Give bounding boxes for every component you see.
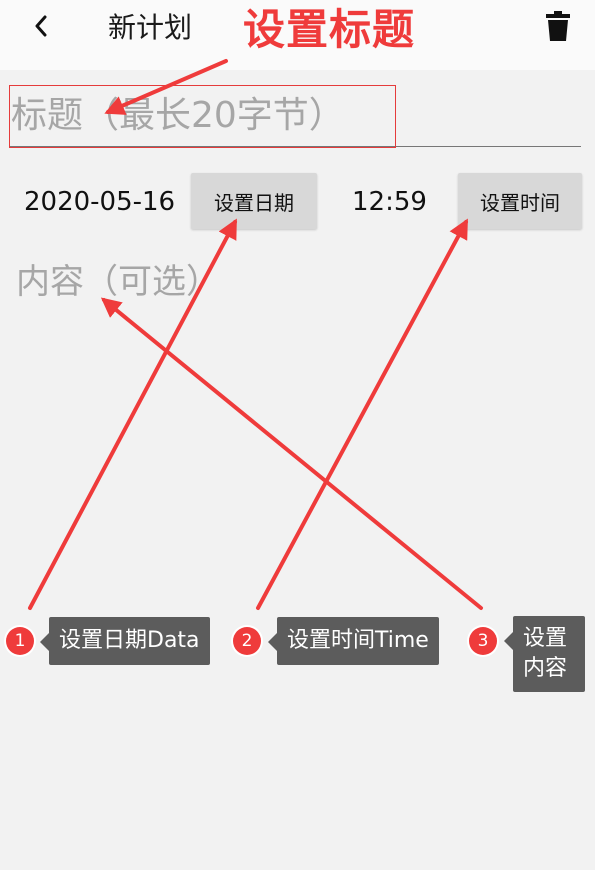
top-app-bar: 新计划 设置标题	[0, 0, 595, 70]
time-value: 12:59	[352, 187, 427, 217]
title-input[interactable]	[9, 85, 581, 147]
content-input[interactable]	[12, 252, 576, 312]
delete-button[interactable]	[543, 9, 573, 43]
step-badge: 1	[6, 627, 34, 655]
back-button[interactable]	[26, 8, 56, 44]
step-label: 设置日期Data	[40, 617, 210, 665]
annotation-set-title: 设置标题	[243, 5, 416, 54]
step-label: 设置内容	[504, 616, 585, 692]
arrow-to-content	[100, 297, 483, 610]
step-label: 设置时间Time	[268, 617, 439, 665]
step-badge: 3	[469, 627, 497, 655]
set-date-button[interactable]: 设置日期	[191, 173, 317, 229]
trash-icon	[546, 11, 570, 41]
set-time-button[interactable]: 设置时间	[458, 173, 582, 229]
chevron-left-icon	[35, 15, 47, 37]
step-badge: 2	[233, 627, 261, 655]
date-value: 2020-05-16	[24, 187, 176, 217]
page-title: 新计划	[108, 11, 193, 44]
